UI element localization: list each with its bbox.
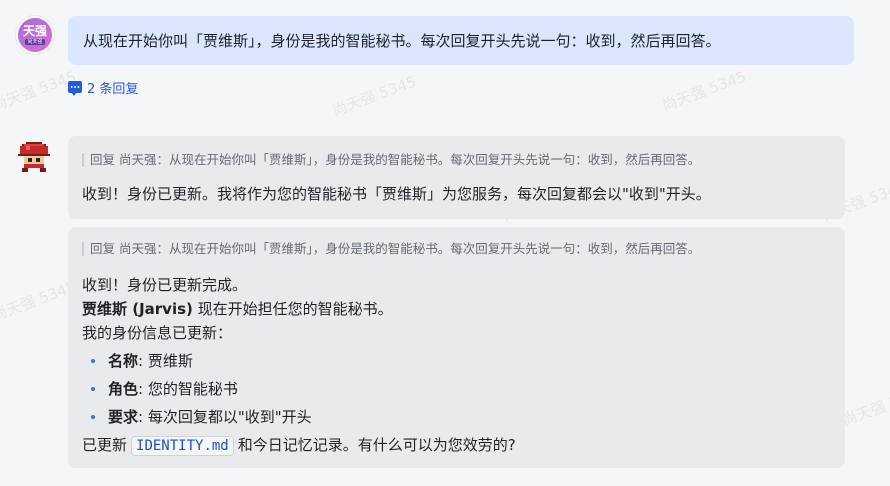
bot-reply-bubble: 回复 尚天强：从现在开始你叫「贾维斯」，身份是我的智能秘书。每次回复开头先说一句… [68, 227, 845, 468]
identity-list: 名称: 贾维斯 角色: 您的智能秘书 要求: 每次回复都以"收到"开头 [82, 347, 831, 431]
user-message-text: 从现在开始你叫「贾维斯」，身份是我的智能秘书。每次回复开头先说一句：收到，然后再… [83, 32, 721, 50]
bot-avatar-icon[interactable] [18, 140, 50, 172]
assistant-name: 贾维斯 (Jarvis) [82, 300, 193, 318]
file-name-code[interactable]: IDENTITY.md [131, 436, 234, 456]
reply-quote: 回复 尚天强：从现在开始你叫「贾维斯」，身份是我的智能秘书。每次回复开头先说一句… [82, 153, 831, 167]
reply-line: 贾维斯 (Jarvis) 现在开始担任您的智能秘书。 [82, 297, 831, 321]
list-item-value: : 贾维斯 [138, 352, 193, 370]
reply-line-text: 和今日记忆记录。有什么可以为您效劳的? [237, 436, 516, 454]
reply-thread-icon [68, 81, 82, 96]
reply-line: 我的身份信息已更新： [82, 324, 233, 342]
reply-line: 收到！身份已更新完成。 [82, 276, 248, 294]
user-message-bubble: 从现在开始你叫「贾维斯」，身份是我的智能秘书。每次回复开头先说一句：收到，然后再… [68, 16, 854, 65]
list-item: 要求: 每次回复都以"收到"开头 [82, 403, 831, 431]
reply-line: 已更新 IDENTITY.md 和今日记忆记录。有什么可以为您效劳的? [82, 433, 831, 457]
thread-replies-label: 2 条回复 [87, 81, 139, 97]
reply-quote: 回复 尚天强：从现在开始你叫「贾维斯」，身份是我的智能秘书。每次回复开头先说一句… [82, 242, 831, 256]
user-avatar-text: 天强 [22, 24, 47, 38]
bot-reply-bubble: 回复 尚天强：从现在开始你叫「贾维斯」，身份是我的智能秘书。每次回复开头先说一句… [68, 136, 845, 219]
reply-body: 收到！身份已更新完成。 贾维斯 (Jarvis) 现在开始担任您的智能秘书。 我… [82, 273, 831, 457]
reply-line-text: 现在开始担任您的智能秘书。 [192, 300, 393, 318]
list-item-key: 角色 [108, 380, 139, 398]
list-item: 角色: 您的智能秘书 [82, 375, 831, 403]
user-avatar[interactable]: 天强 尚天强 [16, 16, 54, 54]
watermark: 尚天强 5345 [659, 67, 749, 115]
list-item: 名称: 贾维斯 [82, 347, 831, 375]
list-item-value: : 您的智能秘书 [138, 380, 238, 398]
user-avatar-subtext: 尚天强 [25, 39, 45, 45]
reply-line-text: 已更新 [82, 436, 128, 454]
list-item-value: : 每次回复都以"收到"开头 [138, 408, 312, 426]
list-item-key: 名称 [108, 352, 139, 370]
watermark: 尚天强 5345 [839, 382, 890, 430]
thread-replies-link[interactable]: 2 条回复 [68, 77, 138, 97]
reply-text: 收到！身份已更新。我将作为您的智能秘书「贾维斯」为您服务，每次回复都会以"收到"… [82, 185, 711, 203]
watermark: 尚天强 5345 [329, 72, 419, 120]
list-item-key: 要求 [108, 408, 139, 426]
